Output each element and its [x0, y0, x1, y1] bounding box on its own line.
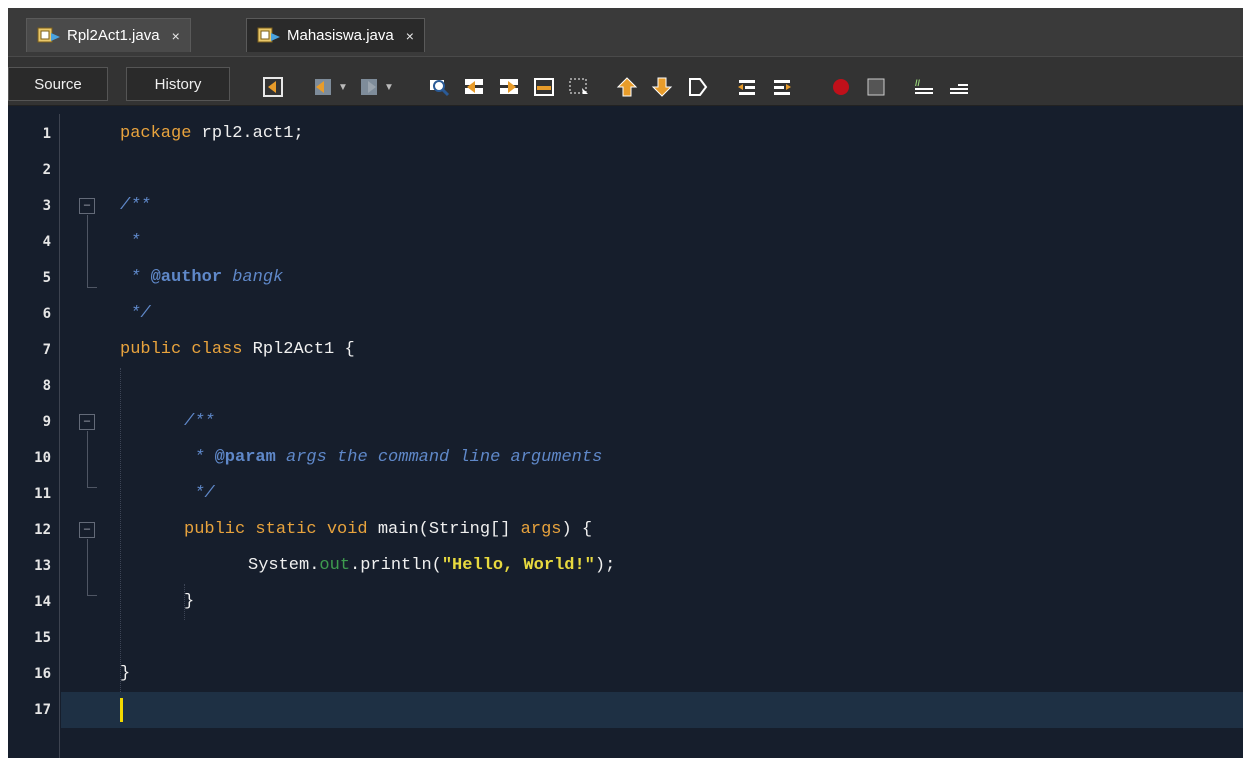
fold-guide	[87, 539, 88, 595]
parameter: args	[520, 520, 562, 539]
chevron-down-icon[interactable]: ▼	[338, 82, 348, 93]
line-number: 16	[34, 666, 51, 682]
toggle-highlight-icon[interactable]	[533, 76, 555, 98]
last-edit-icon[interactable]	[262, 76, 284, 98]
code-line-1: package rpl2.act1;	[120, 116, 304, 152]
field: out	[319, 556, 351, 575]
code-line-3: /**	[120, 196, 151, 215]
fold-guide	[87, 595, 97, 596]
line-number: 4	[42, 234, 51, 250]
stop-macro-icon[interactable]	[865, 76, 887, 98]
tab-mahasiswa-java[interactable]: Mahasiswa.java ×	[246, 18, 425, 52]
line-number: 13	[34, 558, 51, 574]
keyword: class	[191, 340, 243, 359]
line-number: 9	[42, 414, 51, 430]
uncomment-icon[interactable]	[948, 76, 970, 98]
code-line-13: System.out.println("Hello, World!");	[248, 548, 615, 584]
find-icon[interactable]	[428, 76, 450, 98]
fold-collapse-icon[interactable]: −	[79, 522, 95, 538]
line-number: 14	[34, 594, 51, 610]
line-number: 11	[34, 486, 51, 502]
comment: *	[184, 448, 215, 467]
text-caret	[120, 698, 123, 722]
comment-icon[interactable]: //	[913, 76, 935, 98]
previous-bookmark-icon[interactable]	[616, 76, 638, 98]
line-number-gutter: 1 2 3 4 5 6 7 8 9 10 11 12 13 14 15 16 1…	[8, 114, 60, 758]
code-line-5: * @author bangk	[120, 260, 283, 296]
line-number: 1	[42, 126, 51, 142]
find-next-icon[interactable]	[498, 76, 520, 98]
line-number: 15	[34, 630, 51, 646]
tab-rpl2act1-java[interactable]: Rpl2Act1.java ×	[26, 18, 191, 52]
javadoc-tag: @author	[150, 268, 223, 287]
line-number: 5	[42, 270, 51, 286]
string-literal: "Hello, World!"	[441, 556, 595, 575]
code-line-14: }	[184, 592, 195, 611]
tab-label: Mahasiswa.java	[287, 27, 394, 44]
identifier: .println(	[350, 556, 442, 575]
comment: args the command line arguments	[275, 448, 603, 467]
fold-guide	[87, 431, 88, 487]
fold-guide	[87, 287, 97, 288]
code-editor[interactable]: 1 2 3 4 5 6 7 8 9 10 11 12 13 14 15 16 1…	[8, 114, 1243, 758]
line-number: 17	[34, 702, 51, 718]
line-number: 3	[42, 198, 51, 214]
fold-collapse-icon[interactable]: −	[79, 414, 95, 430]
forward-icon[interactable]	[358, 76, 380, 98]
keyword: package	[120, 124, 192, 143]
identifier: main(String[]	[367, 520, 521, 539]
close-icon[interactable]: ×	[172, 28, 180, 44]
keyword: public	[120, 340, 182, 359]
history-button[interactable]: History	[126, 67, 230, 101]
comment: *	[120, 268, 151, 287]
code-line-7: public class Rpl2Act1 {	[120, 332, 355, 368]
tab-label: Rpl2Act1.java	[67, 27, 160, 44]
close-icon[interactable]: ×	[406, 28, 414, 44]
code-line-16: }	[120, 664, 131, 683]
fold-guide	[87, 215, 88, 287]
java-class-icon	[257, 26, 281, 46]
fold-guide	[87, 487, 97, 488]
toggle-bookmark-icon[interactable]	[686, 76, 708, 98]
identifier: );	[594, 556, 616, 575]
toggle-rect-selection-icon[interactable]	[568, 76, 590, 98]
record-macro-icon[interactable]	[830, 76, 852, 98]
line-number: 8	[42, 378, 51, 394]
fold-collapse-icon[interactable]: −	[79, 198, 95, 214]
shift-right-icon[interactable]	[771, 76, 793, 98]
next-bookmark-icon[interactable]	[651, 76, 673, 98]
current-line-highlight	[61, 692, 1243, 728]
line-number: 2	[42, 162, 51, 178]
identifier: rpl2.act1;	[191, 124, 304, 143]
svg-text://: //	[915, 78, 921, 88]
code-line-4: *	[120, 232, 141, 251]
netbeans-editor-window: Rpl2Act1.java × Mahasiswa.java × Source …	[8, 0, 1243, 758]
find-previous-icon[interactable]	[463, 76, 485, 98]
line-number: 7	[42, 342, 51, 358]
identifier: ) {	[561, 520, 593, 539]
line-number: 12	[34, 522, 51, 538]
code-line-10: * @param args the command line arguments	[184, 440, 602, 476]
identifier: System.	[248, 556, 320, 575]
comment: bangk	[222, 268, 284, 287]
back-icon[interactable]	[312, 76, 334, 98]
indent-guide	[120, 368, 121, 692]
editor-tab-bar: Rpl2Act1.java × Mahasiswa.java ×	[8, 0, 1243, 56]
code-line-11: */	[184, 484, 215, 503]
code-line-9: /**	[184, 412, 215, 431]
code-line-6: */	[120, 304, 151, 323]
javadoc-tag: @param	[214, 448, 276, 467]
source-button[interactable]: Source	[8, 67, 108, 101]
chevron-down-icon[interactable]: ▼	[384, 82, 394, 93]
shift-left-icon[interactable]	[736, 76, 758, 98]
code-line-12: public static void main(String[] args) {	[184, 512, 592, 548]
identifier: Rpl2Act1 {	[242, 340, 355, 359]
editor-toolbar: Source History ▼ ▼ //	[8, 56, 1243, 106]
line-number: 10	[34, 450, 51, 466]
line-number: 6	[42, 306, 51, 322]
java-class-icon	[37, 26, 61, 46]
keyword: public static void	[184, 520, 368, 539]
